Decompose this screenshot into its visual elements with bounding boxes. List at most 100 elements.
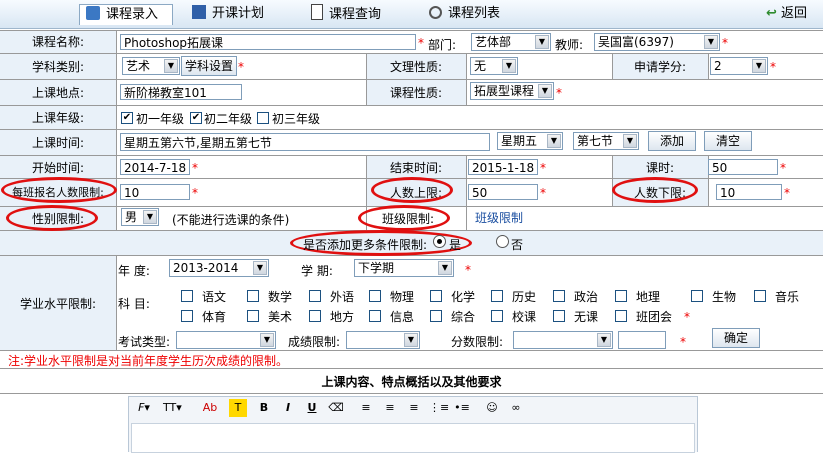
course-type-label: 课程性质: [389, 86, 443, 100]
subject-label: 综合 [451, 310, 476, 324]
grade-1-checkbox[interactable]: ✔ [121, 112, 133, 124]
course-name-input[interactable]: Photoshop拓展课 [120, 34, 416, 50]
unordered-list-icon[interactable]: •≡ [453, 399, 471, 417]
subject-checkbox[interactable] [615, 290, 627, 302]
underline-icon[interactable]: U [303, 399, 321, 417]
book-icon [192, 5, 206, 19]
highlight-oval [371, 177, 453, 203]
chevron-down-icon: ▼ [260, 333, 274, 347]
emoticon-icon[interactable]: ☺ [483, 399, 501, 417]
credits-select[interactable]: 2 ▼ [710, 57, 768, 75]
grade-2-checkbox[interactable]: ✔ [190, 112, 202, 124]
teacher-select[interactable]: 吴国富(6397) ▼ [594, 33, 720, 51]
subject-label: 音乐 [775, 290, 800, 304]
chevron-down-icon: ▼ [704, 35, 718, 49]
year-label: 年 度: [118, 264, 150, 278]
course-type-select[interactable]: 拓展型课程 ▼ [470, 82, 554, 100]
italic-icon[interactable]: I [279, 399, 297, 417]
teacher-label: 教师: [555, 38, 584, 52]
chevron-down-icon: ▼ [438, 261, 452, 275]
subject-checkbox[interactable] [691, 290, 703, 302]
confirm-button[interactable]: 确定 [712, 328, 760, 348]
subject-select[interactable]: 艺术 ▼ [122, 57, 180, 75]
subject-checkbox[interactable] [430, 310, 442, 322]
start-input[interactable]: 2014-7-18 [120, 159, 190, 175]
grid-line [0, 105, 823, 106]
time-input[interactable]: 星期五第六节,星期五第七节 [120, 133, 490, 151]
content-title: 上课内容、特点概括以及其他要求 [321, 375, 502, 389]
dept-select[interactable]: 艺体部 ▼ [471, 33, 551, 51]
more-no-radio[interactable] [496, 235, 509, 248]
subject-settings-button[interactable]: 学科设置 [181, 56, 237, 76]
class-restrict-link[interactable]: 班级限制 [475, 209, 523, 226]
eraser-icon[interactable]: ⌫ [327, 399, 345, 417]
subject-checkbox[interactable] [369, 310, 381, 322]
highlight-icon[interactable]: T [229, 399, 247, 417]
grade-3-checkbox[interactable] [257, 112, 269, 124]
required-mark: * [780, 161, 786, 175]
subjects-row-2: 体育 美术 地方 信息 综合 校课 无课 班团会 [0, 308, 823, 326]
day-select[interactable]: 星期五 ▼ [497, 132, 563, 150]
location-input[interactable]: 新阶梯教室101 [120, 84, 242, 100]
tab-course-query[interactable]: 课程查询 [305, 4, 395, 24]
science-select[interactable]: 无 ▼ [470, 57, 518, 75]
bold-icon[interactable]: B [255, 399, 273, 417]
align-right-icon[interactable]: ≡ [405, 399, 423, 417]
hours-label: 课时: [645, 161, 675, 175]
gender-select[interactable]: 男 ▼ [121, 208, 159, 226]
highlight-oval [358, 205, 450, 231]
min-input[interactable]: 10 [716, 184, 782, 200]
tab-course-plan[interactable]: 开课计划 [186, 4, 276, 24]
subject-checkbox[interactable] [247, 310, 259, 322]
subject-label: 化学 [451, 290, 476, 304]
chevron-down-icon: ▼ [547, 134, 561, 148]
subject-checkbox[interactable] [247, 290, 259, 302]
subject-checkbox[interactable] [181, 290, 193, 302]
subject-checkbox[interactable] [491, 310, 503, 322]
ordered-list-icon[interactable]: ⋮≡ [429, 399, 449, 417]
subject-checkbox[interactable] [553, 290, 565, 302]
subject-checkbox[interactable] [309, 310, 321, 322]
subject-checkbox[interactable] [181, 310, 193, 322]
course-name-label: 课程名称: [31, 35, 85, 49]
tab-course-entry[interactable]: 课程录入 [79, 4, 173, 25]
link-icon[interactable]: ∞ [507, 399, 525, 417]
end-input[interactable]: 2015-1-18 [468, 159, 538, 175]
science-label: 文理性质: [389, 60, 443, 74]
exam-type-select[interactable]: ▼ [176, 331, 276, 349]
subject-label: 地方 [330, 310, 355, 324]
align-left-icon[interactable]: ≡ [357, 399, 375, 417]
subject-checkbox[interactable] [615, 310, 627, 322]
year-select[interactable]: 2013-2014 ▼ [169, 259, 269, 277]
subject-checkbox[interactable] [369, 290, 381, 302]
required-mark: * [540, 161, 546, 175]
points-input[interactable] [618, 331, 666, 349]
clear-button[interactable]: 清空 [704, 131, 752, 151]
tab-course-list[interactable]: 课程列表 [423, 4, 513, 24]
align-center-icon[interactable]: ≡ [381, 399, 399, 417]
required-mark: * [465, 263, 471, 277]
note-text: 注:学业水平限制是对当前年度学生历次成绩的限制。 [8, 354, 289, 368]
add-button[interactable]: 添加 [648, 131, 696, 151]
period-select[interactable]: 第七节 ▼ [573, 132, 639, 150]
back-button[interactable]: ↩ 返回 [766, 4, 821, 24]
score-limit-select[interactable]: ▼ [346, 331, 420, 349]
points-limit-select[interactable]: ▼ [513, 331, 613, 349]
subject-checkbox[interactable] [309, 290, 321, 302]
editor-content-area[interactable] [131, 423, 695, 453]
more-yes-radio[interactable] [433, 235, 446, 248]
subject-checkbox[interactable] [754, 290, 766, 302]
font-color-icon[interactable]: Ab [201, 399, 219, 417]
subject-checkbox[interactable] [430, 290, 442, 302]
hours-input[interactable]: 50 [708, 159, 778, 175]
max-input[interactable]: 50 [468, 184, 538, 200]
font-size-icon[interactable]: TT▾ [163, 399, 182, 417]
points-limit-label: 分数限制: [451, 335, 504, 349]
class-limit-input[interactable]: 10 [120, 184, 190, 200]
font-family-icon[interactable]: F▾ [135, 399, 153, 417]
term-select[interactable]: 下学期 ▼ [354, 259, 454, 277]
required-mark: * [784, 186, 790, 200]
subject-checkbox[interactable] [491, 290, 503, 302]
score-limit-label: 成绩限制: [288, 335, 341, 349]
subject-checkbox[interactable] [553, 310, 565, 322]
